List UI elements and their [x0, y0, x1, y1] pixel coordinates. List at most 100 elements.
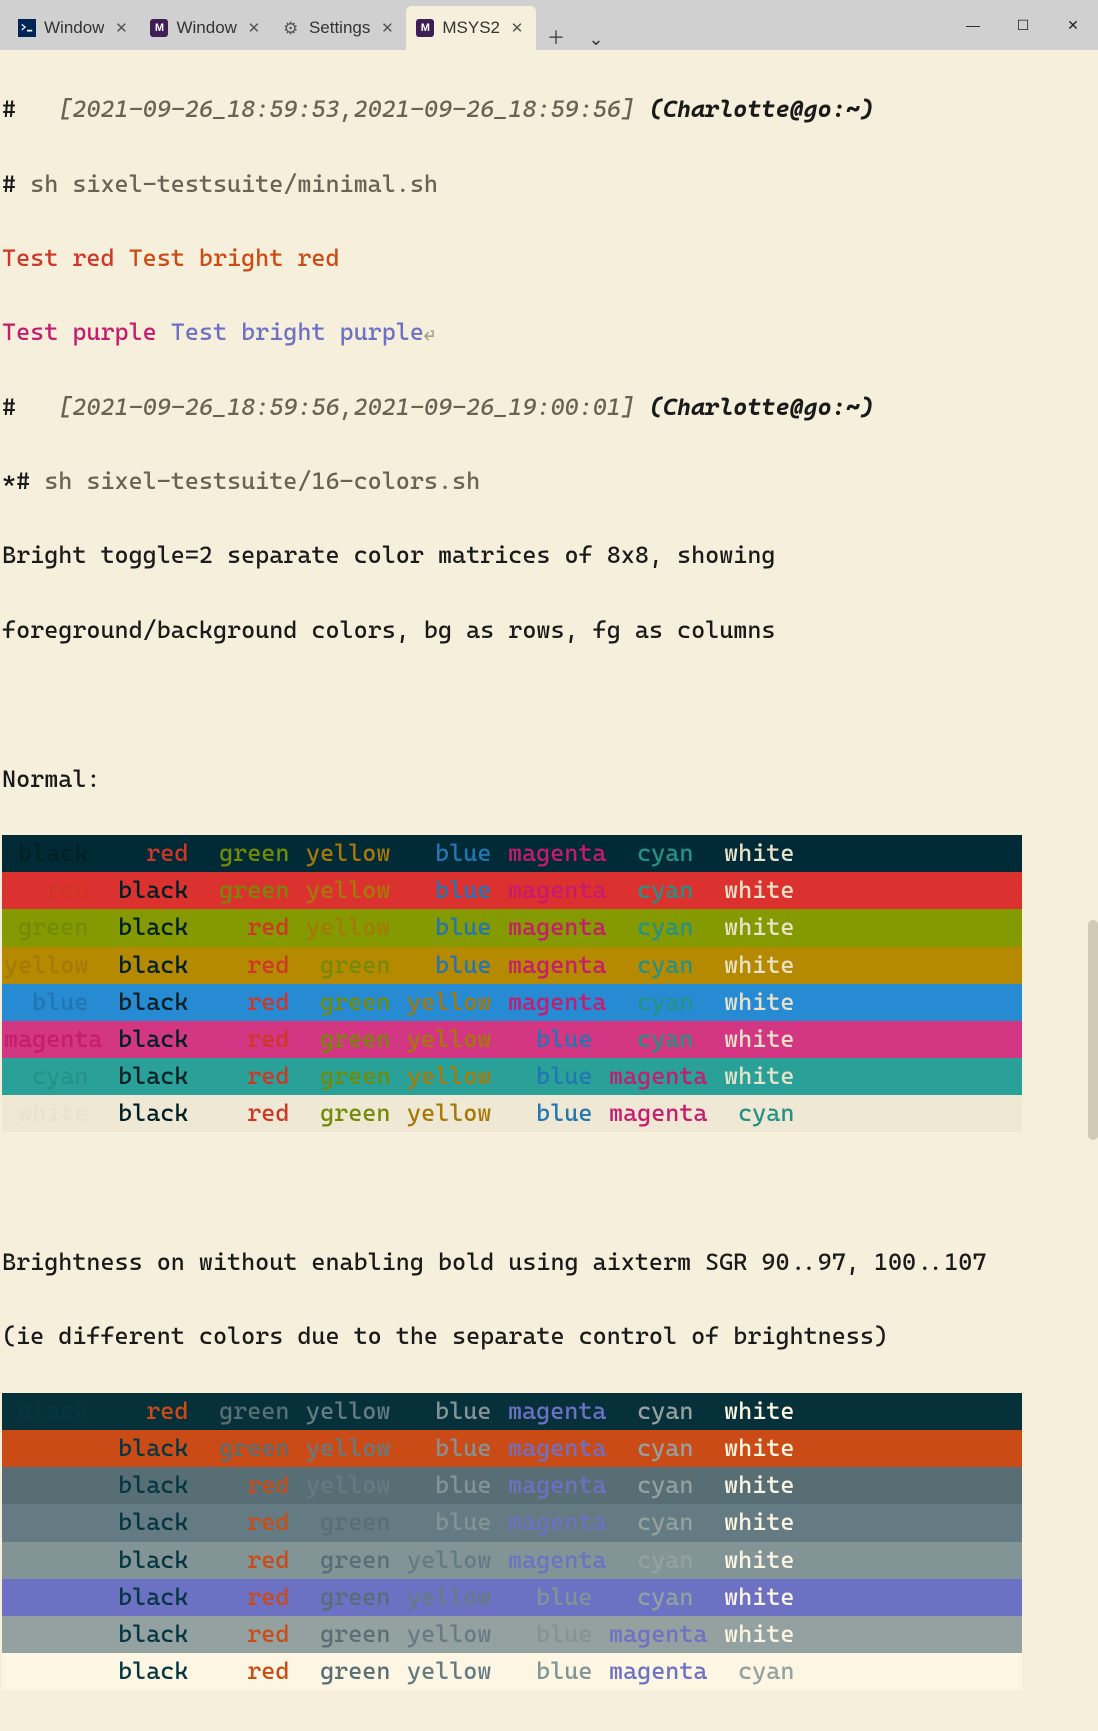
scrollbar-thumb[interactable] — [1088, 920, 1098, 1140]
color-cell: cyan — [607, 947, 708, 984]
color-cell: magenta — [506, 1467, 607, 1504]
color-cell: red — [203, 1504, 304, 1541]
color-cell: yellow — [405, 1616, 506, 1653]
new-tab-button[interactable]: ＋ — [536, 24, 576, 50]
tab-msys-1[interactable]: M Window ✕ — [140, 6, 272, 50]
color-cell: yellow — [405, 1021, 506, 1058]
color-cell: blue — [405, 835, 506, 872]
color-cell: red — [203, 1058, 304, 1095]
row-label: green — [2, 1467, 102, 1504]
tab-label: Window — [176, 18, 236, 38]
color-row-green: green black red yellow blue magenta cyan… — [2, 909, 1022, 946]
color-cell: white — [708, 984, 809, 1021]
color-cell: magenta — [607, 1058, 708, 1095]
color-row-white: white black red green yellow blue magent… — [2, 1095, 1022, 1132]
color-cell: yellow — [304, 1467, 405, 1504]
color-cell: green — [203, 872, 304, 909]
color-cell: cyan — [607, 909, 708, 946]
msys-icon: M — [416, 19, 434, 37]
color-cell: green — [304, 1095, 405, 1132]
row-label: yellow — [2, 947, 102, 984]
color-row-cyan: cyan black red green yellow blue magenta… — [2, 1058, 1022, 1095]
color-cell: black — [102, 909, 203, 946]
color-cell: white — [708, 1579, 809, 1616]
color-cell: red — [203, 909, 304, 946]
tab-powershell[interactable]: Window ✕ — [8, 6, 140, 50]
prompt-line: # [2021-09-26_18:59:53,2021-09-26_18:59:… — [2, 91, 1096, 128]
close-icon[interactable]: ✕ — [508, 19, 526, 37]
color-cell: black — [102, 1504, 203, 1541]
minimize-button[interactable]: — — [948, 0, 998, 50]
prompt-line: # [2021-09-26_18:59:56,2021-09-26_19:00:… — [2, 389, 1096, 426]
color-cell: green — [304, 1579, 405, 1616]
color-cell: blue — [405, 1393, 506, 1430]
color-row-green: green black red yellow blue magenta cyan… — [2, 1467, 1022, 1504]
maximize-button[interactable]: ☐ — [998, 0, 1048, 50]
color-cell: yellow — [405, 1542, 506, 1579]
row-label: yellow — [2, 1504, 102, 1541]
window-controls: — ☐ ✕ — [948, 0, 1098, 50]
color-cell: blue — [405, 909, 506, 946]
color-cell: red — [203, 1095, 304, 1132]
color-cell: yellow — [405, 1579, 506, 1616]
color-cell: blue — [405, 872, 506, 909]
color-cell: green — [304, 984, 405, 1021]
color-cell: green — [304, 947, 405, 984]
color-cell: yellow — [405, 1653, 506, 1690]
color-cell: cyan — [607, 1504, 708, 1541]
row-label: black — [2, 835, 102, 872]
color-cell: blue — [506, 1579, 607, 1616]
row-label: red — [2, 872, 102, 909]
terminal-output[interactable]: # [2021-09-26_18:59:53,2021-09-26_18:59:… — [0, 50, 1098, 1731]
close-icon[interactable]: ✕ — [245, 19, 263, 37]
tab-dropdown-button[interactable]: ⌄ — [576, 29, 616, 50]
row-label: cyan — [2, 1616, 102, 1653]
color-cell: yellow — [304, 909, 405, 946]
color-cell: green — [203, 835, 304, 872]
color-cell: cyan — [607, 1579, 708, 1616]
color-cell: red — [203, 1542, 304, 1579]
color-cell: blue — [405, 947, 506, 984]
blank-line — [2, 686, 1096, 723]
color-cell: red — [102, 835, 203, 872]
color-cell: cyan — [607, 984, 708, 1021]
tab-label: Window — [44, 18, 104, 38]
close-button[interactable]: ✕ — [1048, 0, 1098, 50]
normal-color-matrix: black red green yellow blue magenta cyan… — [2, 835, 1096, 1133]
color-cell: red — [203, 1467, 304, 1504]
color-cell: magenta — [506, 872, 607, 909]
color-cell: green — [304, 1653, 405, 1690]
color-cell: yellow — [405, 984, 506, 1021]
color-cell: green — [304, 1542, 405, 1579]
row-label: magenta — [2, 1579, 102, 1616]
color-cell: black — [102, 872, 203, 909]
color-cell: cyan — [607, 1542, 708, 1579]
row-label: white — [2, 1095, 102, 1132]
color-cell: black — [102, 1021, 203, 1058]
row-label: black — [2, 1393, 102, 1430]
color-cell: black — [102, 1616, 203, 1653]
color-cell: blue — [506, 1653, 607, 1690]
color-cell: black — [102, 1579, 203, 1616]
color-cell: magenta — [506, 1542, 607, 1579]
tab-msys-2[interactable]: M MSYS2 ✕ — [406, 6, 536, 50]
color-row-white: white black red green yellow blue magent… — [2, 1653, 1022, 1690]
color-cell: red — [203, 947, 304, 984]
color-row-magenta: magenta black red green yellow blue cyan… — [2, 1021, 1022, 1058]
color-cell: magenta — [506, 947, 607, 984]
tab-settings[interactable]: ⚙ Settings ✕ — [273, 6, 406, 50]
color-cell: cyan — [607, 835, 708, 872]
close-icon[interactable]: ✕ — [112, 19, 130, 37]
tab-label: Settings — [309, 18, 370, 38]
color-cell: yellow — [304, 835, 405, 872]
tabs-region: Window ✕ M Window ✕ ⚙ Settings ✕ M MSYS2… — [0, 0, 948, 50]
close-icon[interactable]: ✕ — [378, 19, 396, 37]
output-line: foreground/background colors, bg as rows… — [2, 612, 1096, 649]
color-row-red: red black green yellow blue magenta cyan… — [2, 1430, 1022, 1467]
color-cell: blue — [506, 1616, 607, 1653]
color-cell: white — [708, 872, 809, 909]
color-cell: green — [304, 1058, 405, 1095]
color-cell: blue — [405, 1430, 506, 1467]
command-line: # sh sixel-testsuite/minimal.sh — [2, 166, 1096, 203]
color-cell: black — [102, 1467, 203, 1504]
